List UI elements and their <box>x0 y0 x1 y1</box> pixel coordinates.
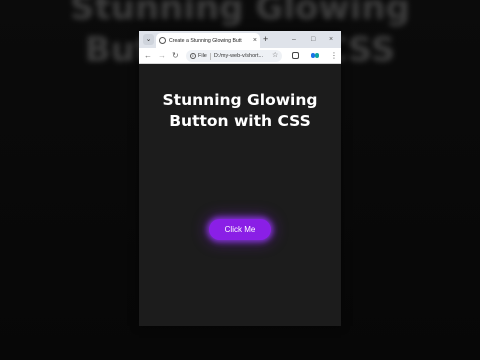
close-icon[interactable]: × <box>253 37 257 44</box>
url-scheme-label: File <box>198 53 207 59</box>
window-close-button[interactable]: × <box>329 35 333 44</box>
browser-toolbar: ← → ↻ i File D:/my-web-v/short... ☆ ⋮ <box>139 48 341 64</box>
more-menu-icon[interactable]: ⋮ <box>330 50 338 61</box>
globe-icon <box>159 37 166 44</box>
extensions-icon[interactable] <box>292 52 299 59</box>
tab-active[interactable]: Create a Stunning Glowing Butt × <box>156 33 260 48</box>
tab-title: Create a Stunning Glowing Butt <box>169 37 242 44</box>
browser-window: ⌄ Create a Stunning Glowing Butt × + – □… <box>139 31 341 326</box>
info-icon[interactable]: i <box>190 53 196 59</box>
backdrop-title-line-1: Stunning Glowing <box>70 0 410 28</box>
url-text: D:/my-web-v/short... <box>213 53 264 59</box>
star-icon[interactable]: ☆ <box>272 51 278 60</box>
new-tab-button[interactable]: + <box>263 34 268 45</box>
heading-line-1: Stunning Glowing <box>162 91 318 109</box>
maximize-button[interactable]: □ <box>311 35 315 44</box>
tab-strip: ⌄ Create a Stunning Glowing Butt × + – □… <box>139 31 341 48</box>
minimize-button[interactable]: – <box>292 35 296 44</box>
address-bar[interactable]: i File D:/my-web-v/short... <box>186 50 282 62</box>
profile-icon[interactable] <box>311 53 319 58</box>
back-button[interactable]: ← <box>144 51 152 61</box>
chevron-down-icon[interactable]: ⌄ <box>143 34 154 45</box>
heading-line-2: Button with CSS <box>169 112 311 130</box>
page-heading: Stunning Glowing Button with CSS <box>139 90 341 132</box>
reload-button[interactable]: ↻ <box>172 51 179 61</box>
forward-button[interactable]: → <box>158 51 166 61</box>
address-divider <box>209 52 211 60</box>
page-viewport: Stunning Glowing Button with CSS Click M… <box>139 64 341 326</box>
click-me-button[interactable]: Click Me <box>209 219 271 240</box>
